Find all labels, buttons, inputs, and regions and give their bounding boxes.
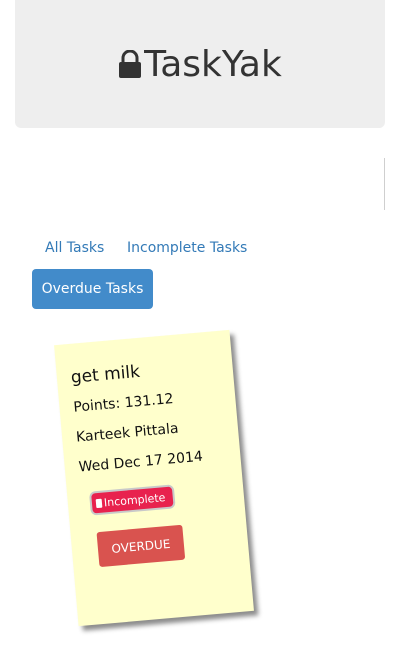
lock-icon <box>119 50 142 78</box>
tab-all-tasks[interactable]: All Tasks <box>45 240 104 256</box>
status-badge: Incomplete <box>88 484 176 516</box>
overdue-button[interactable]: OVERDUE <box>96 524 186 568</box>
status-icon <box>95 498 103 508</box>
task-points: Points: 131.12 <box>72 391 175 416</box>
task-date: Wed Dec 17 2014 <box>78 448 204 476</box>
task-assignee: Karteek Pittala <box>75 420 180 446</box>
app-header: TaskYak <box>15 0 385 128</box>
task-title: get milk <box>70 361 141 388</box>
tab-incomplete-tasks[interactable]: Incomplete Tasks <box>127 240 247 256</box>
tab-overdue-tasks[interactable]: Overdue Tasks <box>32 269 153 309</box>
divider <box>384 158 385 210</box>
app-title: TaskYak <box>144 43 282 85</box>
status-label: Incomplete <box>103 490 166 509</box>
task-card[interactable]: get milk Points: 131.12 Karteek Pittala … <box>54 329 254 627</box>
brand[interactable]: TaskYak <box>118 44 282 85</box>
